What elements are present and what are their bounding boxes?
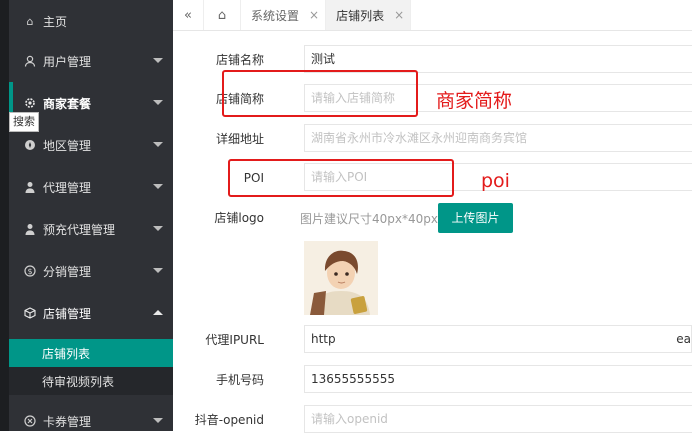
- sidebar-item-home[interactable]: ⌂ 主页: [9, 0, 173, 42]
- sidebar: ⌂ 主页 用户管理 商家套餐 搜索 地区管理 代理管理 预充代理管理 $ 分销管…: [0, 0, 173, 431]
- address-input[interactable]: 湖南省永州市冷水滩区永州迎南商务宾馆: [304, 124, 692, 152]
- annotation-text-shop-abbr: 商家简称: [436, 90, 513, 112]
- cube-icon: [23, 306, 37, 320]
- proxy-url-input[interactable]: http ea: [304, 325, 692, 353]
- sidebar-item-regions[interactable]: 地区管理: [9, 124, 173, 166]
- upload-image-button[interactable]: 上传图片: [438, 203, 513, 233]
- douyin-openid-input[interactable]: 请输入openid: [304, 405, 692, 433]
- logo-size-hint: 图片建议尺寸40px*40px: [300, 212, 438, 226]
- annotation-text-poi: poi: [481, 170, 510, 192]
- chevron-up-icon: [153, 310, 163, 315]
- tab-bar: « ⌂ 系统设置 × 店铺列表 ×: [173, 0, 692, 31]
- proxy-url-value: http: [311, 332, 336, 346]
- sidebar-item-label: 店铺管理: [43, 306, 92, 321]
- ticket-icon: [23, 414, 37, 428]
- home-tab-button[interactable]: ⌂: [204, 0, 241, 30]
- sidebar-item-label: 地区管理: [43, 138, 92, 153]
- field-label: 代理IPURL: [205, 333, 264, 347]
- home-icon: ⌂: [217, 7, 227, 23]
- double-chevron-left-icon: «: [184, 7, 192, 23]
- chevron-down-icon: [153, 226, 163, 231]
- tab-label: 店铺列表: [336, 8, 385, 23]
- sidebar-item-label: 商家套餐: [43, 96, 92, 111]
- settings-icon: [23, 96, 37, 110]
- tab-shop-list[interactable]: 店铺列表 ×: [326, 0, 412, 30]
- home-icon: ⌂: [26, 14, 34, 28]
- chevron-down-icon: [153, 268, 163, 273]
- sidebar-item-label: 预充代理管理: [43, 222, 116, 237]
- proxy-url-overflow: ea: [676, 332, 691, 346]
- person-icon: [23, 222, 37, 236]
- field-label: 手机号码: [215, 373, 264, 387]
- user-icon: [23, 54, 37, 68]
- sidebar-item-prepaid-agents[interactable]: 预充代理管理: [9, 208, 173, 250]
- logo-preview-image[interactable]: [304, 241, 378, 315]
- form-row-logo: 店铺logo 图片建议尺寸40px*40px 上传图片: [173, 203, 692, 233]
- form-row-phone: 手机号码 13655555555: [173, 365, 692, 395]
- sidebar-edge: [0, 0, 9, 431]
- sidebar-item-label: 主页: [43, 14, 68, 29]
- sidebar-item-shops[interactable]: 店铺管理: [9, 292, 173, 334]
- svg-text:$: $: [27, 267, 32, 276]
- field-label: 店铺logo: [214, 211, 264, 225]
- chevron-down-icon: [153, 418, 163, 423]
- chevron-down-icon: [153, 184, 163, 189]
- dollar-circle-icon: $: [23, 264, 37, 278]
- chevron-down-icon: [153, 58, 163, 63]
- sidebar-subitem-pending-videos[interactable]: 待审视频列表: [9, 367, 173, 395]
- sidebar-subitem-label: 店铺列表: [42, 346, 91, 361]
- shop-name-input[interactable]: 测试: [304, 45, 692, 73]
- field-label: 详细地址: [215, 132, 264, 146]
- phone-input[interactable]: 13655555555: [304, 365, 692, 393]
- sidebar-item-distribution[interactable]: $ 分销管理: [9, 250, 173, 292]
- tab-label: 系统设置: [251, 8, 300, 23]
- tab-system-settings[interactable]: 系统设置 ×: [241, 0, 327, 30]
- close-icon[interactable]: ×: [394, 8, 404, 22]
- close-icon[interactable]: ×: [309, 8, 319, 22]
- sidebar-item-agents[interactable]: 代理管理: [9, 166, 173, 208]
- sidebar-item-label: 分销管理: [43, 264, 92, 279]
- person-icon: [23, 180, 37, 194]
- compass-icon: [23, 138, 37, 152]
- form-row-address: 详细地址 湖南省永州市冷水滩区永州迎南商务宾馆: [173, 124, 692, 154]
- sidebar-item-users[interactable]: 用户管理: [9, 40, 173, 82]
- collapse-sidebar-button[interactable]: «: [173, 0, 204, 30]
- sidebar-item-coupons[interactable]: 卡券管理: [9, 400, 173, 442]
- sidebar-subitem-shop-list[interactable]: 店铺列表: [9, 339, 173, 367]
- annotation-box-poi: [228, 159, 454, 197]
- chevron-down-icon: [153, 142, 163, 147]
- sidebar-item-label: 用户管理: [43, 54, 92, 69]
- form-row-proxy-url: 代理IPURL http ea: [173, 325, 692, 355]
- annotation-box-shop-abbr: [222, 70, 418, 117]
- chevron-down-icon: [153, 100, 163, 105]
- sidebar-item-label: 代理管理: [43, 180, 92, 195]
- sidebar-subitem-label: 待审视频列表: [42, 374, 115, 389]
- sidebar-item-label: 卡券管理: [43, 414, 92, 429]
